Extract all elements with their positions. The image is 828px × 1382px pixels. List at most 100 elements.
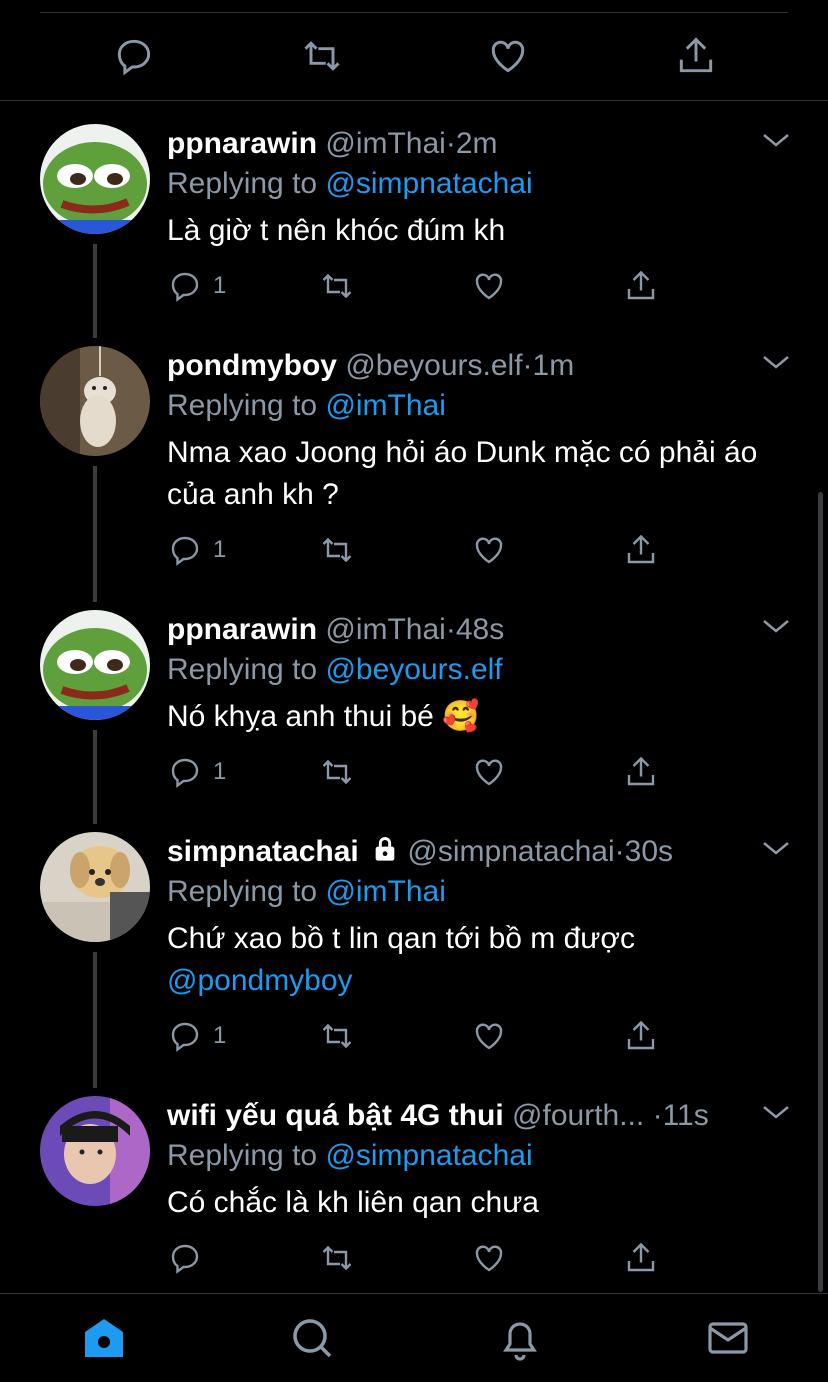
parent-tweet-actions xyxy=(0,0,828,100)
author-handle[interactable]: @imThai xyxy=(325,127,445,160)
author-handle[interactable]: @imThai xyxy=(325,613,445,646)
retweet-button[interactable] xyxy=(319,1238,355,1278)
share-icon xyxy=(627,270,655,300)
replying-to: Replying to @beyours.elf xyxy=(167,652,503,688)
like-icon xyxy=(475,1245,503,1272)
timestamp: 48s xyxy=(455,613,505,646)
tweet-actions: 1 xyxy=(167,266,687,306)
reply-button[interactable]: 1 xyxy=(167,266,226,306)
chevron-down-icon[interactable] xyxy=(760,1100,792,1124)
reply-button[interactable]: 1 xyxy=(167,752,226,792)
reply-button[interactable] xyxy=(167,1238,213,1278)
retweet-button[interactable] xyxy=(319,266,355,306)
avatar[interactable] xyxy=(40,124,150,234)
share-button[interactable] xyxy=(623,266,659,306)
share-button[interactable] xyxy=(623,752,659,792)
like-icon xyxy=(475,273,503,300)
share-icon xyxy=(627,756,655,786)
author-handle[interactable]: @fourth... xyxy=(512,1099,644,1132)
separator: · xyxy=(445,613,456,646)
replying-to: Replying to @simpnatachai xyxy=(167,166,533,202)
chevron-down-icon[interactable] xyxy=(760,128,792,152)
avatar[interactable] xyxy=(40,832,150,942)
author-name[interactable]: pondmyboy xyxy=(167,349,337,382)
avatar[interactable] xyxy=(40,1096,150,1206)
retweet-icon xyxy=(322,1245,352,1271)
mention-link[interactable]: @pondmyboy xyxy=(167,964,353,997)
separator: · xyxy=(614,835,625,868)
avatar[interactable] xyxy=(40,346,150,456)
share-icon xyxy=(627,1020,655,1050)
tweet-actions: 1 xyxy=(167,752,687,792)
like-button[interactable] xyxy=(471,266,507,306)
like-button[interactable] xyxy=(471,1016,507,1056)
share-button[interactable] xyxy=(623,530,659,570)
share-icon xyxy=(627,534,655,564)
search-icon[interactable] xyxy=(288,1314,336,1362)
chevron-down-icon[interactable] xyxy=(760,614,792,638)
like-icon xyxy=(475,1023,503,1050)
reply-button[interactable]: 1 xyxy=(167,1016,226,1056)
avatar[interactable] xyxy=(40,610,150,720)
replying-label: Replying to xyxy=(167,167,326,200)
mention-link[interactable]: @beyours.elf xyxy=(325,653,502,686)
reply-icon xyxy=(171,536,199,566)
notifications-icon[interactable] xyxy=(496,1314,544,1362)
chevron-down-icon[interactable] xyxy=(760,350,792,374)
like-button[interactable] xyxy=(471,752,507,792)
retweet-icon[interactable] xyxy=(300,34,344,78)
tweet-text: Nó khỵa anh thui bé 🥰 xyxy=(167,700,480,733)
author-name[interactable]: wifi yếu quá bật 4G thui xyxy=(167,1099,504,1132)
mention-link[interactable]: @simpnatachai xyxy=(325,167,532,200)
share-icon[interactable] xyxy=(674,34,718,78)
lock-icon xyxy=(375,837,395,861)
retweet-icon xyxy=(322,1023,352,1049)
retweet-icon xyxy=(322,537,352,563)
tweet-text: Là giờ t nên khóc đúm kh xyxy=(167,214,506,247)
separator: · xyxy=(652,1099,663,1132)
reply-button[interactable]: 1 xyxy=(167,530,226,570)
like-button[interactable] xyxy=(471,1238,507,1278)
reply-count: 1 xyxy=(213,536,227,563)
tweet-text: Có chắc là kh liên qan chưa xyxy=(167,1186,539,1219)
author-name[interactable]: ppnarawin xyxy=(167,127,317,160)
tweet-text: Chứ xao bồ t lin qan tới bồ m được @pondm… xyxy=(167,918,787,1002)
replying-label: Replying to xyxy=(167,653,326,686)
author-handle[interactable]: @beyours.elf xyxy=(345,349,522,382)
timestamp: 11s xyxy=(662,1099,709,1132)
replying-to: Replying to @simpnatachai xyxy=(167,1138,533,1174)
divider xyxy=(0,100,828,101)
thread-line xyxy=(93,244,97,338)
replying-to: Replying to @imThai xyxy=(167,388,446,424)
replying-to: Replying to @imThai xyxy=(167,874,446,910)
timestamp: 30s xyxy=(624,835,674,868)
scrollbar[interactable] xyxy=(818,492,823,1292)
retweet-icon xyxy=(322,273,352,299)
chevron-down-icon[interactable] xyxy=(760,836,792,860)
author-name[interactable]: ppnarawin xyxy=(167,613,317,646)
tweet-actions: 1 xyxy=(167,1016,687,1056)
share-button[interactable] xyxy=(623,1238,659,1278)
home-icon[interactable] xyxy=(80,1314,128,1362)
mention-link[interactable]: @imThai xyxy=(325,389,445,422)
share-button[interactable] xyxy=(623,1016,659,1056)
mention-link[interactable]: @simpnatachai xyxy=(325,1139,532,1172)
tweet-text-content: Chứ xao bồ t lin qan tới bồ m được xyxy=(167,922,636,955)
thread-line xyxy=(93,730,97,824)
messages-icon[interactable] xyxy=(704,1314,752,1362)
like-icon[interactable] xyxy=(486,34,530,78)
timestamp: 1m xyxy=(532,349,575,382)
mention-link[interactable]: @imThai xyxy=(325,875,445,908)
timestamp: 2m xyxy=(455,127,498,160)
reply-count: 1 xyxy=(213,758,227,785)
retweet-button[interactable] xyxy=(319,530,355,570)
like-button[interactable] xyxy=(471,530,507,570)
reply-icon[interactable] xyxy=(112,34,156,78)
reply-icon xyxy=(171,1022,199,1052)
retweet-button[interactable] xyxy=(319,1016,355,1056)
author-name[interactable]: simpnatachai xyxy=(167,835,359,868)
author-handle[interactable]: @simpnatachai xyxy=(407,835,614,868)
retweet-button[interactable] xyxy=(319,752,355,792)
thread-line xyxy=(93,466,97,602)
replying-label: Replying to xyxy=(167,1139,326,1172)
